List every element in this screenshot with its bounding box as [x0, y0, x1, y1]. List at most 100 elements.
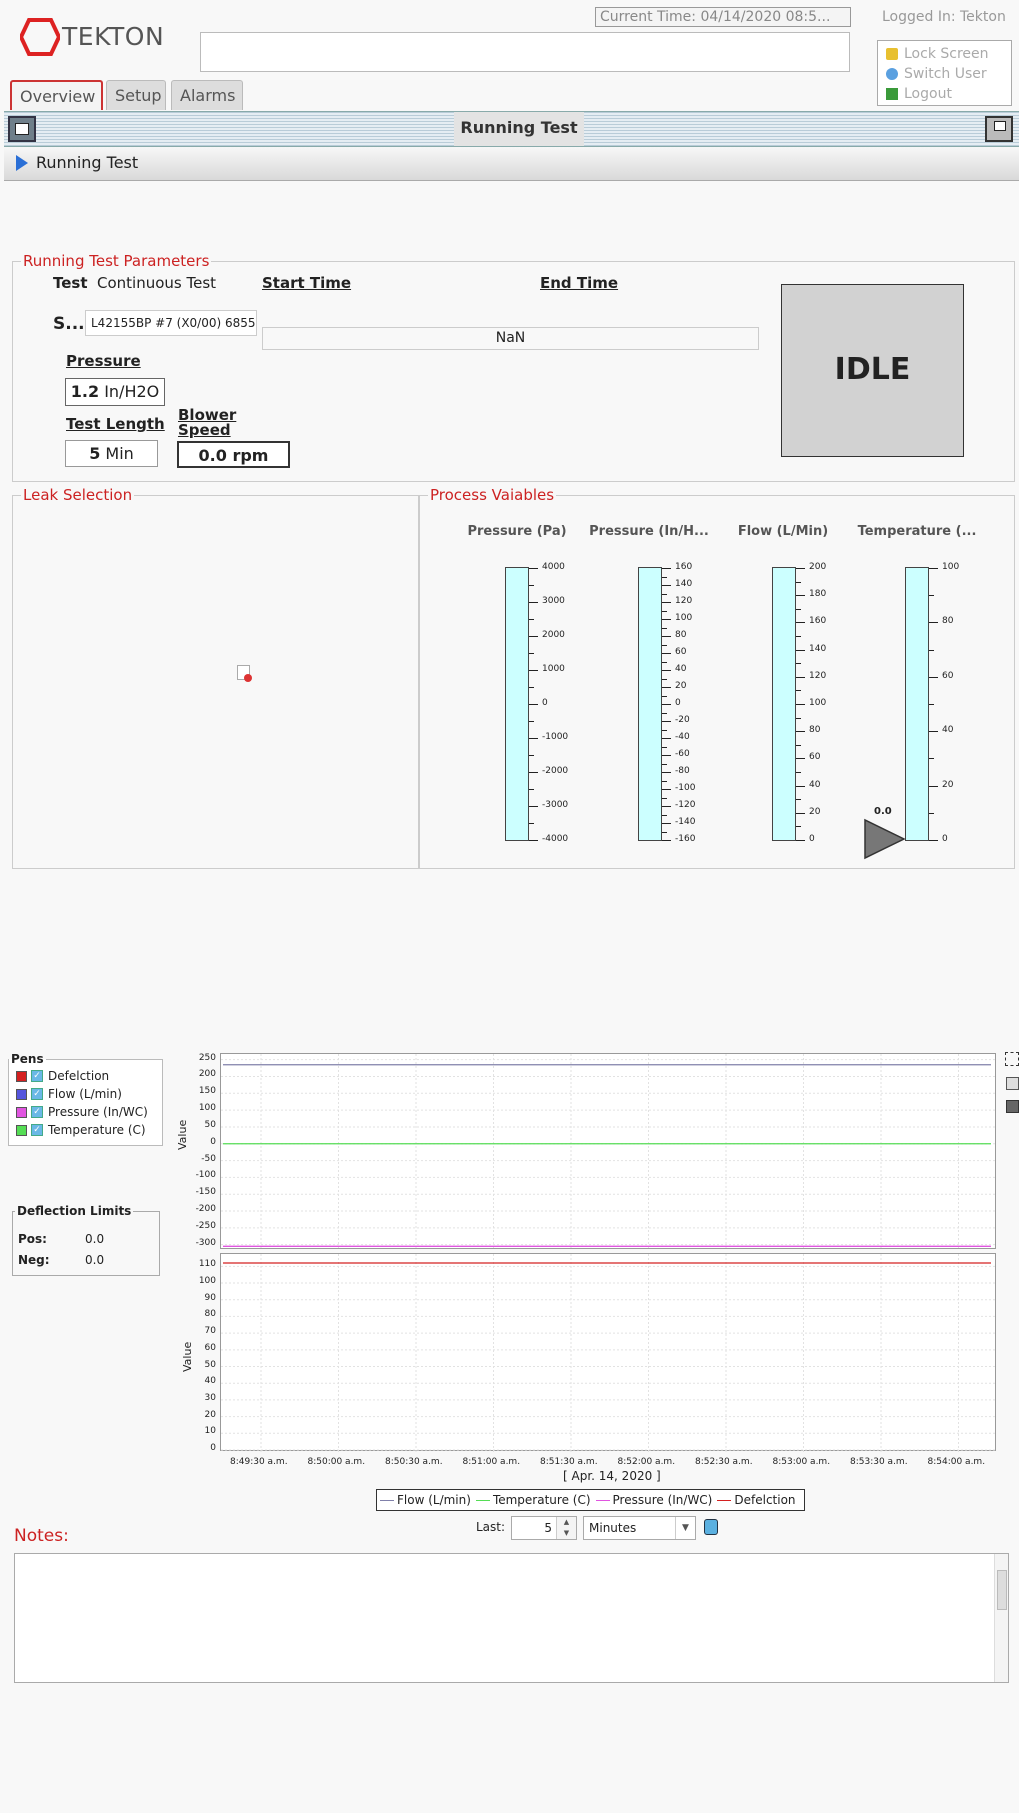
gauge-tick-label: 2000 — [542, 630, 565, 640]
breadcrumb-label: Running Test — [36, 153, 139, 172]
gauge-minor-tick — [529, 653, 534, 654]
gauge-minor-tick — [796, 772, 801, 773]
gauge-tick-label: 0 — [942, 834, 948, 844]
logo-hexagon-icon — [20, 18, 60, 56]
gauge-tick-label: 120 — [675, 596, 693, 606]
pos-value: 0.0 — [85, 1232, 105, 1246]
pause-icon[interactable] — [704, 1519, 718, 1535]
zoom-fit-icon[interactable] — [1005, 1052, 1019, 1066]
checkbox-icon[interactable]: ✓ — [31, 1124, 43, 1136]
serial-field[interactable]: L42155BP #7 (X0/00) 6855 — [85, 310, 257, 336]
gauge-tick — [662, 738, 671, 739]
gauge-tick-label: 100 — [942, 562, 960, 572]
end-time-label: End Time — [540, 274, 619, 292]
save-icon[interactable] — [1006, 1100, 1019, 1113]
gauge-tick-label: 80 — [942, 616, 954, 627]
end-time-value: NaN — [262, 327, 759, 350]
gauge-minor-tick — [929, 758, 934, 760]
gauge-minor-tick — [662, 746, 667, 748]
gauge-title-pressure-pa: Pressure (Pa) — [467, 524, 567, 539]
gauge-tick — [662, 636, 671, 637]
lock-screen-label: Lock Screen — [904, 46, 989, 62]
header-input[interactable] — [200, 32, 850, 72]
gauge-tick — [929, 676, 938, 678]
gauge-minor-tick — [662, 695, 667, 697]
test-length-label: Test Length — [66, 415, 165, 433]
upper-chart-ylabel: Value — [176, 1119, 189, 1150]
minimize-button[interactable] — [8, 116, 36, 142]
gauge-scale-pressure-pa: 4000 3000 2000 1000 0 -1000 -2000 -3000 -4000 — [529, 562, 579, 844]
pen-item[interactable]: ✓ Flow (L/min) — [16, 1087, 122, 1101]
upper-chart-plot — [221, 1054, 997, 1250]
gauge-tick-label: -40 — [675, 732, 690, 742]
checkbox-icon[interactable]: ✓ — [31, 1088, 43, 1100]
tab-overview[interactable]: Overview — [10, 80, 103, 110]
notes-scrollbar[interactable] — [994, 1554, 1008, 1682]
last-value: 5 — [544, 1521, 552, 1535]
blower-speed-label: Blower Speed — [178, 406, 237, 439]
gauge-tick — [529, 772, 538, 773]
gauge-tick — [796, 840, 805, 841]
logout-icon — [886, 88, 898, 100]
print-icon[interactable] — [1006, 1077, 1019, 1090]
gauge-tick — [796, 595, 805, 597]
gauge-tick-label: 20 — [675, 681, 687, 691]
lock-icon — [886, 48, 898, 60]
pressure-unit: In/H2O — [104, 382, 160, 401]
pen-item[interactable]: ✓ Temperature (C) — [16, 1123, 146, 1137]
gauge-minor-tick — [662, 797, 667, 799]
gauge-minor-tick — [662, 712, 667, 714]
checkbox-icon[interactable]: ✓ — [31, 1070, 43, 1082]
lower-chart[interactable] — [220, 1253, 997, 1452]
unit-select[interactable]: Minutes ▼ — [583, 1516, 696, 1540]
gauge-tick — [662, 823, 671, 824]
x-tick-label: 8:52:00 a.m. — [617, 1457, 676, 1467]
pen-item[interactable]: ✓ Defelction — [16, 1069, 109, 1083]
pen-item[interactable]: ✓ Pressure (In/WC) — [16, 1105, 148, 1119]
y-tick-label: 250 — [198, 1052, 216, 1063]
gauge-tick — [662, 653, 671, 654]
gauge-minor-tick — [662, 593, 667, 595]
gauge-bar-pressure-pa — [505, 567, 529, 841]
temperature-pointer-icon — [864, 818, 906, 860]
broken-image-icon — [237, 665, 252, 682]
gauge-minor-tick — [662, 661, 667, 663]
legend-line-icon — [380, 1499, 394, 1501]
gauge-minor-tick — [529, 755, 534, 756]
stepper-arrows-icon[interactable]: ▲ ▼ — [556, 1517, 576, 1539]
gauge-tick — [796, 704, 805, 705]
lower-chart-ylabel: Value — [181, 1341, 194, 1372]
gauge-tick-label: 160 — [809, 616, 827, 627]
gauge-tick-label: -1000 — [542, 732, 569, 742]
lock-screen-link[interactable]: Lock Screen — [886, 44, 1003, 64]
restore-window-icon[interactable] — [985, 116, 1013, 142]
gauge-minor-tick — [662, 763, 667, 765]
logout-link[interactable]: Logout — [886, 84, 1003, 104]
gauge-tick — [529, 738, 538, 739]
gauge-tick — [796, 812, 805, 814]
y-tick-label: 0 — [210, 1136, 216, 1147]
gauge-tick-label: 200 — [809, 562, 827, 572]
checkbox-icon[interactable]: ✓ — [31, 1106, 43, 1118]
y-tick-label: -250 — [195, 1220, 216, 1231]
gauge-tick — [796, 676, 805, 678]
gauge-minor-tick — [929, 595, 934, 597]
gauge-tick — [796, 622, 805, 624]
upper-chart[interactable] — [220, 1053, 997, 1250]
gauge-tick-label: 100 — [675, 613, 693, 623]
gauge-tick — [662, 619, 671, 620]
notes-textarea[interactable] — [14, 1553, 1009, 1683]
tab-alarms[interactable]: Alarms — [171, 80, 243, 110]
gauge-minor-tick — [796, 690, 801, 692]
x-tick-label: 8:50:30 a.m. — [385, 1457, 443, 1467]
gauge-minor-tick — [662, 610, 667, 612]
last-stepper[interactable]: 5 ▲ ▼ — [511, 1516, 577, 1540]
gauge-minor-tick — [929, 812, 934, 814]
switch-user-link[interactable]: Switch User — [886, 64, 1003, 84]
gauge-minor-tick — [662, 831, 667, 833]
gauge-tick-label: 140 — [675, 579, 693, 589]
gauge-tick-label: 0 — [809, 834, 815, 844]
play-arrow-icon — [16, 155, 28, 171]
gauge-tick — [796, 785, 805, 787]
tab-setup[interactable]: Setup — [106, 80, 166, 110]
